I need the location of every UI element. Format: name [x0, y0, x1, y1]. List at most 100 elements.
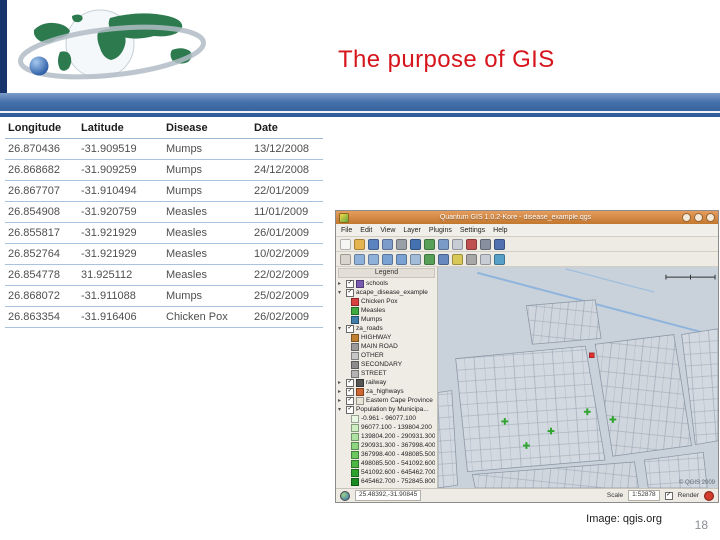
expand-icon[interactable]: ▸ [338, 281, 344, 287]
menu-view[interactable]: View [380, 227, 395, 234]
open-project-icon[interactable] [354, 238, 365, 250]
class-symbol [351, 468, 359, 477]
collapse-icon[interactable]: ▾ [338, 326, 344, 332]
table-cell: 26/02/2009 [251, 306, 323, 328]
class-symbol [351, 333, 359, 342]
legend-item[interactable]: ▾ ✓ za_roads [338, 324, 435, 333]
menu-settings[interactable]: Settings [460, 227, 485, 234]
layer-label: Eastern Cape Province [366, 397, 433, 404]
menu-edit[interactable]: Edit [360, 227, 372, 234]
class-label: OTHER [361, 352, 384, 359]
zoom-full-icon[interactable] [382, 253, 393, 265]
minimize-button[interactable] [682, 213, 691, 222]
layer-label: schools [366, 280, 389, 287]
menu-help[interactable]: Help [493, 227, 507, 234]
table-row: 26.868682 -31.909259 Mumps 24/12/2008 [5, 159, 323, 181]
map-canvas[interactable]: © QGIS 2009 [438, 267, 718, 488]
project-properties-icon[interactable] [480, 238, 491, 250]
legend-item[interactable]: ▾ ✓ acape_disease_example [338, 288, 435, 297]
extents-icon[interactable] [340, 490, 350, 501]
attribute-table-icon[interactable] [480, 253, 491, 265]
scale-input[interactable]: 1:52878 [628, 490, 660, 501]
expand-icon[interactable]: ▸ [338, 380, 344, 386]
identify-icon[interactable] [438, 253, 449, 265]
print-icon[interactable] [396, 238, 407, 250]
layer-visibility-checkbox[interactable]: ✓ [346, 279, 354, 288]
new-vector-layer-icon[interactable] [452, 238, 463, 250]
legend-class-row: 367998.400 - 498085.500 [338, 450, 435, 459]
stop-render-icon[interactable] [704, 490, 714, 501]
image-credit: Image: qgis.org [586, 513, 662, 525]
render-checkbox[interactable]: ✓ [664, 491, 673, 500]
table-cell: Measles [163, 264, 251, 286]
coordinate-display[interactable]: 25.48392,-31.90845 [355, 490, 422, 501]
add-raster-layer-icon[interactable] [424, 238, 435, 250]
layer-label: acape_disease_example [356, 289, 428, 296]
class-label: STREET [361, 370, 387, 377]
table-row: 26.870436 -31.909519 Mumps 13/12/2008 [5, 138, 323, 160]
table-header-cell: Disease [163, 120, 251, 139]
menu-plugins[interactable]: Plugins [429, 227, 452, 234]
blue-sphere [29, 56, 49, 76]
class-symbol [351, 450, 359, 459]
menu-file[interactable]: File [341, 227, 352, 234]
collapse-icon[interactable]: ▾ [338, 407, 344, 413]
zoom-last-icon[interactable] [410, 253, 421, 265]
layer-symbol [356, 396, 364, 405]
close-button[interactable] [706, 213, 715, 222]
legend-item[interactable]: ▸ ✓ Eastern Cape Province [338, 396, 435, 405]
legend-class-row: HIGHWAY [338, 333, 435, 342]
legend-class-row: Mumps [338, 315, 435, 324]
render-label: Render [677, 492, 699, 499]
legend-item[interactable]: ▸ ✓ za_highways [338, 387, 435, 396]
save-project-icon[interactable] [368, 238, 379, 250]
collapse-icon[interactable]: ▾ [338, 290, 344, 296]
remove-layer-icon[interactable] [466, 238, 477, 250]
add-vector-layer-icon[interactable] [410, 238, 421, 250]
scale-label: Scale [606, 492, 624, 499]
table-cell: 25/02/2009 [251, 285, 323, 307]
menu-layer[interactable]: Layer [403, 227, 421, 234]
expand-icon[interactable]: ▸ [338, 398, 344, 404]
measure-icon[interactable] [466, 253, 477, 265]
save-as-icon[interactable] [382, 238, 393, 250]
zoom-out-icon[interactable] [368, 253, 379, 265]
table-cell: Chicken Pox [163, 306, 251, 328]
qgis-titlebar[interactable]: Quantum GIS 1.0.2-Kore - disease_example… [336, 211, 718, 224]
layer-visibility-checkbox[interactable]: ✓ [346, 288, 354, 297]
expand-icon[interactable]: ▸ [338, 389, 344, 395]
table-header-cell: Date [251, 120, 323, 139]
layer-visibility-checkbox[interactable]: ✓ [346, 378, 354, 387]
add-wms-layer-icon[interactable] [438, 238, 449, 250]
class-symbol [351, 306, 359, 315]
zoom-in-icon[interactable] [354, 253, 365, 265]
class-symbol [351, 432, 359, 441]
class-symbol [351, 441, 359, 450]
layer-visibility-checkbox[interactable]: ✓ [346, 387, 354, 396]
class-label: -0.961 - 96077.100 [361, 415, 416, 422]
layer-symbol [356, 387, 364, 396]
table-row: 26.863354 -31.916406 Chicken Pox 26/02/2009 [5, 306, 323, 328]
table-cell: -31.921929 [78, 243, 163, 265]
class-symbol [351, 477, 359, 486]
select-features-icon[interactable] [452, 253, 463, 265]
legend-item[interactable]: ▸ ✓ schools [338, 279, 435, 288]
new-project-icon[interactable] [340, 238, 351, 250]
refresh-icon[interactable] [424, 253, 435, 265]
legend-item[interactable]: ▾ ✓ Population by Municipa... [338, 405, 435, 414]
class-label: 541092.600 - 645462.700 [361, 469, 435, 476]
legend-item[interactable]: ▸ ✓ railway [338, 378, 435, 387]
pan-map-icon[interactable] [340, 253, 351, 265]
class-symbol [351, 315, 359, 324]
table-cell: 26.854778 [5, 264, 78, 286]
page-number: 18 [694, 518, 708, 532]
map-scalebar [665, 274, 716, 280]
help-icon[interactable] [494, 238, 505, 250]
layer-visibility-checkbox[interactable]: ✓ [346, 405, 354, 414]
layer-visibility-checkbox[interactable]: ✓ [346, 324, 354, 333]
maximize-button[interactable] [694, 213, 703, 222]
chickenpox-point-marker [589, 352, 595, 359]
zoom-to-layer-icon[interactable] [396, 253, 407, 265]
layer-visibility-checkbox[interactable]: ✓ [346, 396, 354, 405]
bookmark-icon[interactable] [494, 253, 505, 265]
